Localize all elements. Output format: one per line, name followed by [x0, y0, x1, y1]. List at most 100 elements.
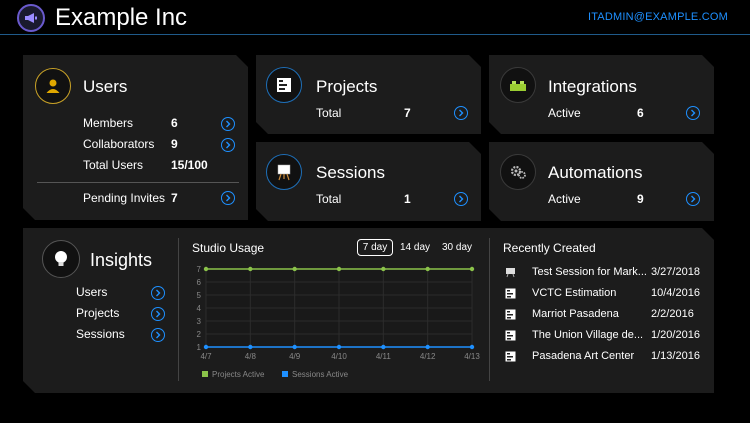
y-tick-label: 5: [197, 291, 202, 300]
megaphone-logo-icon[interactable]: [17, 4, 45, 32]
range-7-day-button[interactable]: 7 day: [357, 239, 393, 256]
collaborators-go-button[interactable]: [221, 138, 235, 152]
sessions-total-value: 1: [404, 192, 411, 206]
y-tick-label: 6: [197, 278, 202, 287]
recent-item-date: 1/13/2016: [651, 350, 700, 362]
insights-link-projects[interactable]: Projects: [76, 306, 119, 320]
x-tick-label: 4/7: [200, 352, 212, 361]
data-point: [292, 344, 297, 350]
automations-active-value: 9: [637, 192, 644, 206]
y-tick-label: 1: [197, 343, 202, 352]
recent-item-name: VCTC Estimation: [532, 287, 617, 299]
chevron-right-icon: [226, 141, 231, 149]
chevron-right-icon: [156, 289, 161, 297]
data-point: [248, 344, 253, 350]
session-icon: [506, 268, 515, 278]
range-30-day-button[interactable]: 30 day: [440, 239, 474, 256]
sessions-title: Sessions: [316, 163, 385, 182]
recent-item-name: Marriot Pasadena: [532, 308, 619, 320]
projects-go-button[interactable]: [454, 106, 468, 120]
sessions-easel-icon: [266, 154, 302, 190]
project-icon: [505, 309, 516, 320]
recent-item-date: 3/27/2018: [651, 266, 700, 278]
x-tick-label: 4/10: [331, 352, 347, 361]
projects-title: Projects: [316, 77, 378, 96]
projects-total-value: 7: [404, 106, 411, 120]
insights-users-go-button[interactable]: [151, 286, 165, 300]
data-point: [203, 266, 209, 272]
insights-link-sessions[interactable]: Sessions: [76, 327, 125, 341]
collaborators-value: 9: [171, 137, 178, 151]
data-point: [469, 344, 475, 350]
legend-label: Projects Active: [212, 370, 265, 379]
integrations-brick-icon: [500, 67, 536, 103]
recent-item[interactable]: Pasadena Art Center 1/13/2016: [505, 349, 705, 365]
total-users-label: Total Users: [83, 158, 144, 172]
y-tick-label: 2: [197, 330, 202, 339]
top-bar: Example Inc ITADMIN@EXAMPLE.COM: [0, 0, 750, 35]
integrations-go-button[interactable]: [686, 106, 700, 120]
recent-item[interactable]: VCTC Estimation 10/4/2016: [505, 286, 705, 302]
recent-item-name: Test Session for Mark...: [532, 266, 647, 278]
x-tick-label: 4/9: [289, 352, 301, 361]
studio-usage-title: Studio Usage: [192, 241, 265, 255]
pending-invites-go-button[interactable]: [221, 191, 235, 205]
data-point: [292, 266, 297, 272]
data-point: [248, 266, 253, 272]
chevron-right-icon: [459, 195, 464, 203]
insights-divider-left: [178, 238, 179, 381]
legend-swatch: [282, 371, 288, 377]
insights-projects-go-button[interactable]: [151, 307, 165, 321]
lightbulb-icon: [42, 240, 80, 278]
members-go-button[interactable]: [221, 117, 235, 131]
pending-invites-value: 7: [171, 191, 178, 205]
recent-item[interactable]: The Union Village de... 1/20/2016: [505, 328, 705, 344]
automations-go-button[interactable]: [686, 192, 700, 206]
recently-created-title: Recently Created: [503, 241, 596, 255]
legend-swatch: [202, 371, 208, 377]
users-title: Users: [83, 77, 128, 96]
integrations-active-value: 6: [637, 106, 644, 120]
chevron-right-icon: [226, 120, 231, 128]
data-point: [425, 266, 430, 272]
data-point: [203, 344, 209, 350]
data-point: [381, 344, 386, 350]
user-icon: [35, 68, 71, 104]
projects-total-label: Total: [316, 106, 342, 120]
members-value: 6: [171, 116, 178, 130]
chevron-right-icon: [156, 331, 161, 339]
project-icon: [505, 351, 516, 362]
gears-icon: [500, 154, 536, 190]
chevron-right-icon: [459, 109, 464, 117]
automations-title: Automations: [548, 163, 643, 182]
x-tick-label: 4/8: [245, 352, 257, 361]
chevron-right-icon: [156, 310, 161, 318]
insights-title: Insights: [90, 250, 153, 270]
recent-item-date: 10/4/2016: [651, 287, 700, 299]
range-14-day-button[interactable]: 14 day: [398, 239, 432, 256]
recent-item-date: 1/20/2016: [651, 329, 700, 341]
chevron-right-icon: [691, 109, 696, 117]
pending-invites-label: Pending Invites: [83, 191, 166, 205]
account-email-link[interactable]: ITADMIN@EXAMPLE.COM: [588, 11, 728, 23]
app-title: Example Inc: [55, 4, 188, 31]
users-divider: [37, 182, 239, 183]
recent-item-name: Pasadena Art Center: [532, 350, 635, 362]
studio-usage-chart: 1 2 3 4 5 6 7 4/7 4/8 4/9 4/10 4/11 4/12 4/13 Projects…: [197, 265, 481, 379]
sessions-go-button[interactable]: [454, 192, 468, 206]
chevron-right-icon: [226, 194, 231, 202]
legend-label: Sessions Active: [292, 370, 349, 379]
sessions-total-label: Total: [316, 192, 342, 206]
recent-item[interactable]: Test Session for Mark... 3/27/2018: [505, 265, 705, 281]
automations-active-label: Active: [548, 192, 581, 206]
y-tick-label: 4: [197, 304, 202, 313]
project-icon: [505, 330, 516, 341]
insights-link-users[interactable]: Users: [76, 285, 107, 299]
y-tick-label: 3: [197, 317, 202, 326]
recent-item[interactable]: Marriot Pasadena 2/2/2016: [505, 307, 705, 323]
integrations-title: Integrations: [548, 77, 637, 96]
x-tick-label: 4/11: [376, 352, 392, 361]
insights-sessions-go-button[interactable]: [151, 328, 165, 342]
recent-item-date: 2/2/2016: [651, 308, 694, 320]
collaborators-label: Collaborators: [83, 137, 155, 151]
